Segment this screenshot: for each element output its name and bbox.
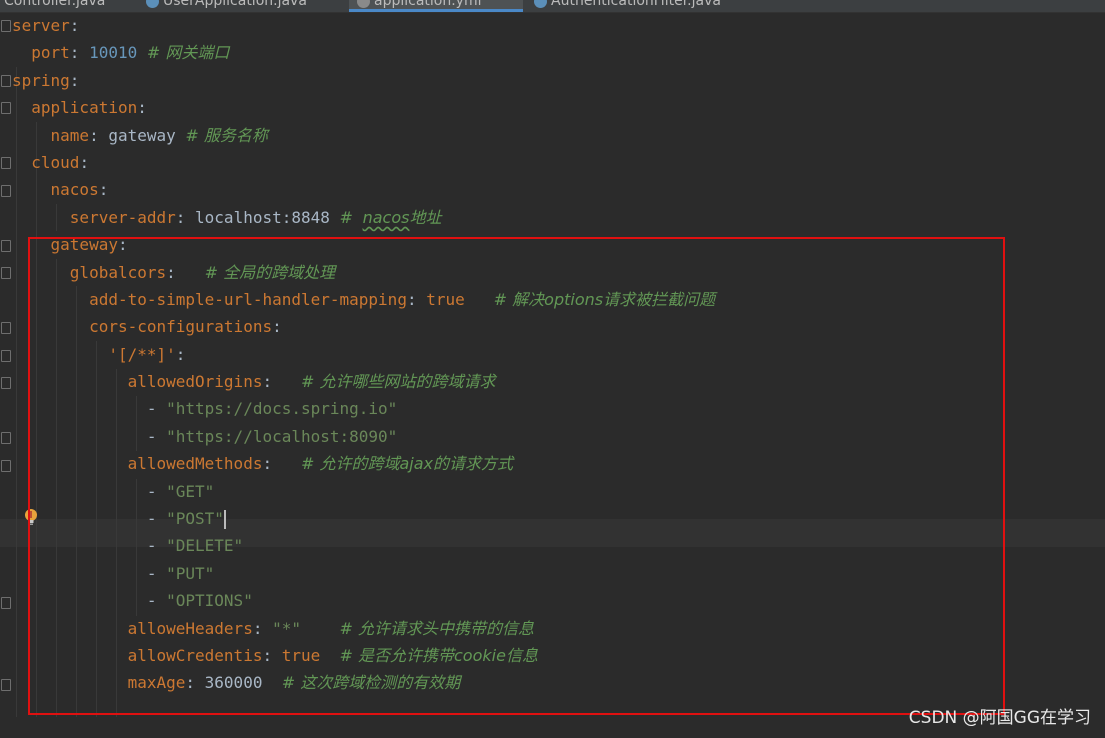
- fold-marker-icon[interactable]: [1, 157, 11, 169]
- code-line: server-addr: localhost:8848 # nacos地址: [69, 207, 442, 227]
- red-annotation-box: [28, 237, 1005, 715]
- watermark: CSDN @阿国GG在学习: [908, 708, 1091, 728]
- code-line: spring:: [12, 70, 80, 90]
- fold-marker-icon[interactable]: [1, 377, 11, 389]
- fold-marker-icon[interactable]: [1, 679, 11, 691]
- fold-marker-icon[interactable]: [1, 20, 11, 32]
- code-line: port: 10010 # 网关端口: [31, 43, 230, 63]
- fold-marker-icon[interactable]: [1, 432, 11, 444]
- tab-application-yml[interactable]: application.yml: [349, 0, 523, 12]
- code-line: server:: [12, 16, 80, 35]
- fold-marker-icon[interactable]: [1, 185, 11, 197]
- fold-marker-icon[interactable]: [1, 597, 11, 609]
- tab-label: AuthenticationFilter.java: [551, 0, 721, 9]
- fold-marker-icon[interactable]: [1, 460, 11, 472]
- tab-controller-java[interactable]: Controller.java: [4, 0, 105, 12]
- code-line: cloud:: [31, 152, 90, 172]
- tab-label: UserApplication.java: [163, 0, 307, 9]
- fold-marker-icon[interactable]: [1, 75, 11, 87]
- fold-marker-icon[interactable]: [1, 322, 11, 334]
- tab-label: application.yml: [374, 0, 482, 9]
- code-line: name: gateway # 服务名称: [50, 125, 268, 145]
- java-class-icon: [146, 0, 159, 8]
- java-class-icon: [534, 0, 547, 8]
- code-line: nacos:: [50, 180, 109, 200]
- tab-label: Controller.java: [4, 0, 106, 9]
- fold-marker-icon[interactable]: [1, 102, 11, 114]
- fold-marker-icon[interactable]: [1, 350, 11, 362]
- fold-marker-icon[interactable]: [1, 240, 11, 252]
- yaml-file-icon: [357, 0, 370, 8]
- tab-user-application-java[interactable]: UserApplication.java: [146, 0, 307, 12]
- code-editor[interactable]: server: port: 10010 # 网关端口 spring: appli…: [0, 12, 1105, 738]
- code-line: application:: [31, 98, 147, 118]
- fold-marker-icon[interactable]: [1, 267, 11, 279]
- tab-authentication-filter-java[interactable]: AuthenticationFilter.java: [534, 0, 721, 12]
